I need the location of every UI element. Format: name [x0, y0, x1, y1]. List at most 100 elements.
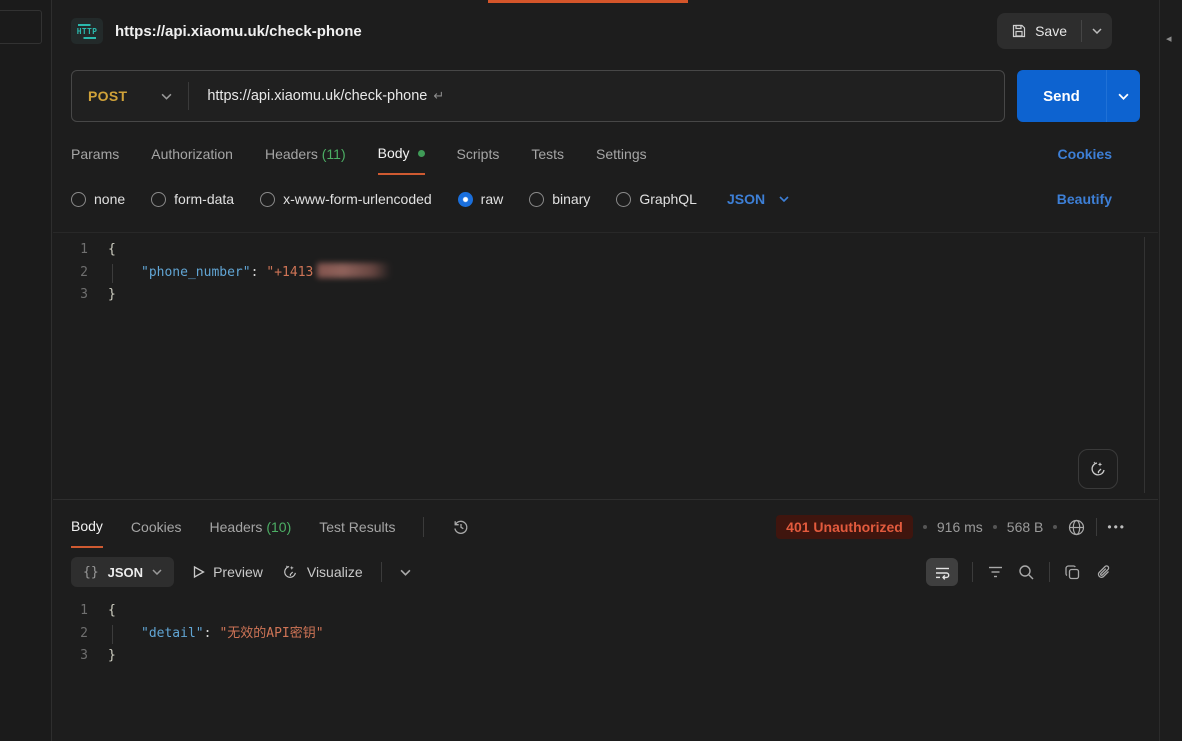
tab-label: Test Results	[319, 519, 395, 535]
request-panel: HTTP https://api.xiaomu.uk/check-phone S…	[53, 0, 1158, 741]
line-number: 1	[53, 239, 108, 262]
status-badge[interactable]: 401 Unauthorized	[776, 515, 913, 539]
code-brace: }	[108, 287, 116, 302]
preview-button[interactable]: Preview	[192, 564, 263, 580]
postbot-ai-button[interactable]	[1078, 449, 1118, 489]
method-selector[interactable]: POST	[72, 71, 188, 121]
cookies-link[interactable]: Cookies	[1058, 146, 1112, 162]
tab-label: Body	[71, 518, 103, 534]
response-format-selector[interactable]: {} JSON	[71, 557, 174, 587]
url-input-box[interactable]: POST https://api.xiaomu.uk/check-phone ↵	[71, 70, 1005, 122]
chevron-down-icon	[1092, 28, 1102, 34]
play-icon	[192, 565, 205, 579]
radio-label: GraphQL	[639, 191, 697, 207]
network-info-button[interactable]	[1067, 518, 1086, 537]
filter-button[interactable]	[987, 565, 1004, 579]
chevron-down-icon	[1118, 93, 1129, 100]
chevron-down-icon	[400, 569, 411, 576]
link-button[interactable]	[1095, 564, 1112, 581]
response-tab-body[interactable]: Body	[71, 506, 103, 548]
radio-label: raw	[481, 191, 504, 207]
radio-icon	[529, 192, 544, 207]
send-button[interactable]: Send	[1017, 70, 1140, 122]
save-button[interactable]: Save	[997, 13, 1112, 49]
response-tab-cookies[interactable]: Cookies	[131, 507, 182, 547]
line-number: 1	[53, 600, 108, 623]
save-dropdown-button[interactable]	[1082, 28, 1112, 34]
visualize-button[interactable]: Visualize	[281, 563, 363, 581]
json-key: "detail"	[141, 626, 204, 641]
raw-format-selector[interactable]: JSON	[727, 191, 789, 207]
format-label: JSON	[727, 191, 765, 207]
request-body-editor[interactable]: 1 { 2 "phone_number":"+1413 3 }	[53, 232, 1158, 500]
radio-raw[interactable]: raw	[458, 191, 504, 207]
tab-tests[interactable]: Tests	[531, 134, 564, 174]
search-button[interactable]	[1018, 564, 1035, 581]
chevron-down-icon	[152, 569, 162, 575]
radio-icon	[71, 192, 86, 207]
tab-params[interactable]: Params	[71, 134, 119, 174]
tab-authorization[interactable]: Authorization	[151, 134, 233, 174]
divider	[188, 82, 189, 110]
request-title: https://api.xiaomu.uk/check-phone	[115, 23, 362, 40]
send-dropdown-button[interactable]	[1107, 93, 1140, 100]
response-size[interactable]: 568 B	[1007, 519, 1044, 535]
visualize-label: Visualize	[307, 564, 363, 580]
response-body-editor[interactable]: 1 { 2 "detail":"无效的API密钥" 3 }	[53, 595, 1158, 741]
copy-button[interactable]	[1064, 564, 1081, 581]
response-toolbar: {} JSON Preview Visualize	[53, 553, 1158, 591]
redacted-phone-digits	[317, 263, 391, 278]
beautify-link[interactable]: Beautify	[1057, 191, 1112, 207]
tab-label: Settings	[596, 146, 647, 162]
radio-binary[interactable]: binary	[529, 191, 590, 207]
chevron-down-icon	[161, 93, 172, 100]
format-label: JSON	[108, 565, 143, 580]
code-line: 2 "detail":"无效的API密钥"	[53, 623, 1158, 646]
radio-label: x-www-form-urlencoded	[283, 191, 432, 207]
api-client-window: ◂ HTTP https://api.xiaomu.uk/check-phone…	[0, 0, 1182, 741]
code-line: 1 {	[53, 600, 1158, 623]
method-label: POST	[88, 88, 127, 104]
response-history-button[interactable]	[452, 518, 470, 536]
request-tabs: Params Authorization Headers (11) Body S…	[53, 132, 1158, 176]
search-icon	[1018, 564, 1035, 581]
response-time[interactable]: 916 ms	[937, 519, 983, 535]
more-options-button[interactable]: •••	[1107, 520, 1126, 534]
indent-guide	[112, 625, 113, 644]
preview-label: Preview	[213, 564, 263, 580]
code-brace: {	[108, 603, 116, 618]
editor-scrollbar[interactable]	[1144, 237, 1145, 493]
radio-x-www-form-urlencoded[interactable]: x-www-form-urlencoded	[260, 191, 432, 207]
collapse-panel-icon[interactable]: ◂	[1166, 32, 1172, 45]
line-number: 3	[53, 284, 108, 307]
response-headers-count: (10)	[266, 519, 291, 535]
tab-scripts[interactable]: Scripts	[457, 134, 500, 174]
visualize-dropdown-button[interactable]	[400, 569, 411, 576]
dot-separator	[1053, 525, 1057, 529]
dot-separator	[993, 525, 997, 529]
radio-form-data[interactable]: form-data	[151, 191, 234, 207]
line-number: 2	[53, 262, 108, 285]
line-number: 2	[53, 623, 108, 646]
tab-label: Tests	[531, 146, 564, 162]
radio-icon-selected	[458, 192, 473, 207]
response-tab-headers[interactable]: Headers (10)	[210, 507, 292, 547]
send-label: Send	[1017, 88, 1106, 105]
tab-settings[interactable]: Settings	[596, 134, 647, 174]
tab-label: Headers	[210, 519, 263, 535]
braces-icon: {}	[83, 565, 99, 580]
wrap-text-button[interactable]	[926, 558, 958, 586]
code-line: 3 }	[53, 645, 1158, 668]
body-modified-dot	[418, 150, 425, 157]
tab-body[interactable]: Body	[378, 133, 425, 175]
right-rail: ◂	[1159, 0, 1182, 741]
response-tab-test-results[interactable]: Test Results	[319, 507, 395, 547]
return-glyph: ↵	[433, 88, 444, 104]
radio-label: form-data	[174, 191, 234, 207]
request-url-input[interactable]: https://api.xiaomu.uk/check-phone	[207, 88, 427, 104]
divider	[381, 562, 382, 582]
sidebar-partial-item[interactable]	[0, 10, 42, 44]
radio-graphql[interactable]: GraphQL	[616, 191, 697, 207]
tab-headers[interactable]: Headers (11)	[265, 134, 346, 174]
radio-none[interactable]: none	[71, 191, 125, 207]
